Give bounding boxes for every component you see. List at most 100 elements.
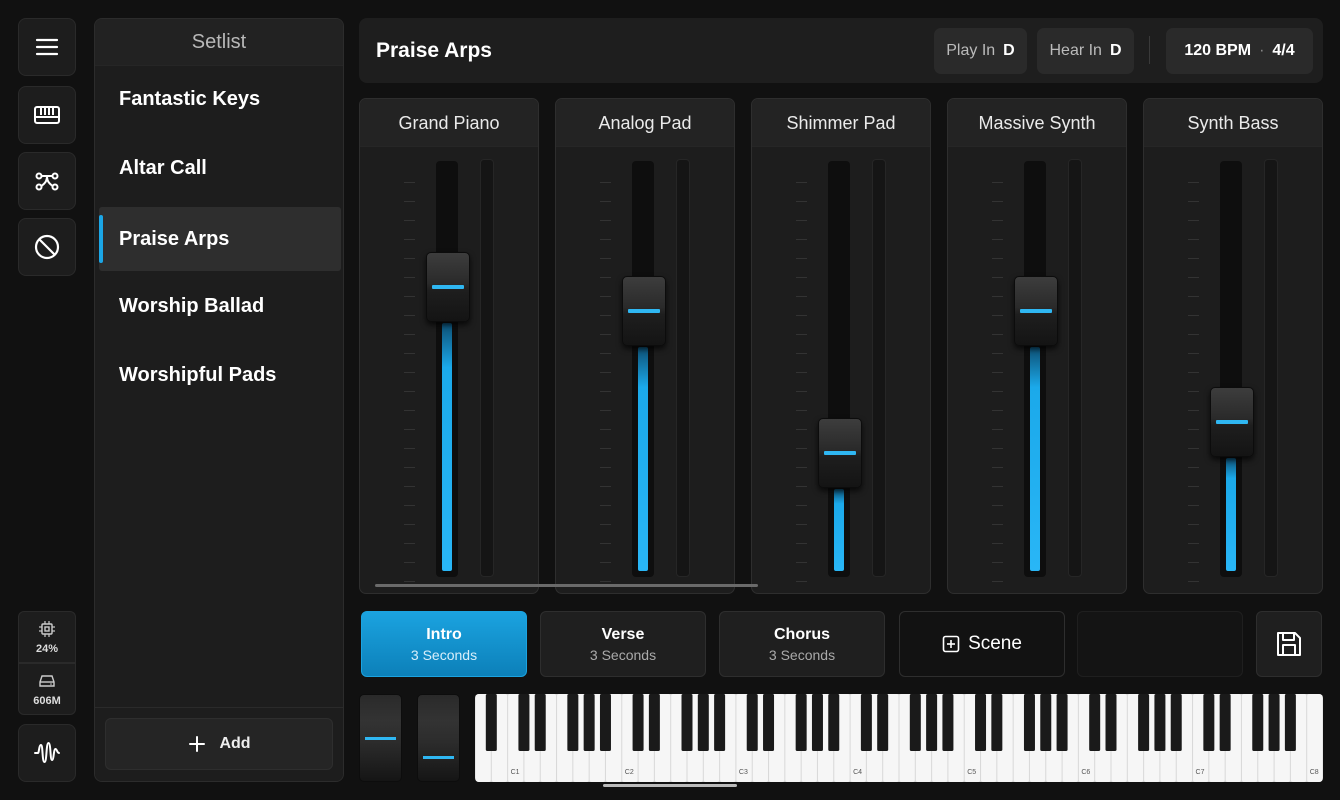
fader-tick xyxy=(796,372,807,373)
mod-wheel[interactable] xyxy=(417,694,460,782)
black-key[interactable] xyxy=(599,694,611,751)
fader-tick xyxy=(600,391,611,392)
black-key[interactable] xyxy=(1138,694,1150,751)
menu-button[interactable] xyxy=(18,18,76,76)
black-key[interactable] xyxy=(681,694,693,751)
piano-keyboard[interactable]: C1 C2 C3 C4 C5 C6 C7 C8 xyxy=(475,694,1323,782)
channel-name[interactable]: Grand Piano xyxy=(360,99,538,147)
song-title: Praise Arps xyxy=(376,39,492,62)
setlist-item[interactable]: Altar Call xyxy=(99,136,341,200)
black-key[interactable] xyxy=(1284,694,1296,751)
fader-handle[interactable] xyxy=(818,418,862,489)
setlist-item[interactable]: Fantastic Keys xyxy=(99,67,341,131)
fader-handle[interactable] xyxy=(426,252,470,323)
black-key[interactable] xyxy=(1154,694,1166,751)
fader-tick xyxy=(404,201,415,202)
setlist-item[interactable]: Worshipful Pads xyxy=(99,343,341,407)
fader-tick xyxy=(992,524,1003,525)
black-key[interactable] xyxy=(1252,694,1264,751)
black-key[interactable] xyxy=(1105,694,1117,751)
black-key[interactable] xyxy=(795,694,807,751)
black-key[interactable] xyxy=(975,694,987,751)
hear-in-key-button[interactable]: Hear In D xyxy=(1037,28,1134,74)
audio-settings-button[interactable] xyxy=(18,724,76,782)
black-key[interactable] xyxy=(534,694,546,751)
pitch-wheel[interactable] xyxy=(359,694,402,782)
empty-scene-slot[interactable] xyxy=(1077,611,1243,677)
add-song-button[interactable]: Add xyxy=(105,718,333,770)
fader-tick xyxy=(1188,334,1199,335)
black-key[interactable] xyxy=(1040,694,1052,751)
tempo-button[interactable]: 120 BPM · 4/4 xyxy=(1166,28,1313,74)
black-key[interactable] xyxy=(763,694,775,751)
fader-tick xyxy=(600,353,611,354)
black-key[interactable] xyxy=(828,694,840,751)
fader-handle[interactable] xyxy=(1210,387,1254,458)
add-song-label: Add xyxy=(219,735,251,752)
black-key[interactable] xyxy=(485,694,497,751)
black-key[interactable] xyxy=(567,694,579,751)
piano-keys[interactable]: C1 C2 C3 C4 C5 C6 C7 C8 xyxy=(475,694,1323,782)
black-key[interactable] xyxy=(1268,694,1280,751)
black-key[interactable] xyxy=(1056,694,1068,751)
channel-name[interactable]: Synth Bass xyxy=(1144,99,1322,147)
scene-button-chorus[interactable]: Chorus 3 Seconds xyxy=(719,611,885,677)
scene-button-verse[interactable]: Verse 3 Seconds xyxy=(540,611,706,677)
black-key[interactable] xyxy=(909,694,921,751)
fader-tick xyxy=(404,182,415,183)
scene-button-intro[interactable]: Intro 3 Seconds xyxy=(361,611,527,677)
fader-tick xyxy=(992,467,1003,468)
black-key[interactable] xyxy=(877,694,889,751)
black-key[interactable] xyxy=(714,694,726,751)
black-key[interactable] xyxy=(632,694,644,751)
waveform-icon xyxy=(34,741,60,764)
fader-tick xyxy=(600,220,611,221)
fader-tick xyxy=(404,220,415,221)
keyboard-view-button[interactable] xyxy=(18,86,76,144)
drive-icon xyxy=(39,675,55,687)
fader-tick xyxy=(1188,296,1199,297)
channel-name[interactable]: Massive Synth xyxy=(948,99,1126,147)
fader-tick xyxy=(1188,505,1199,506)
black-key[interactable] xyxy=(697,694,709,751)
panic-button[interactable] xyxy=(18,218,76,276)
cpu-icon xyxy=(39,621,55,637)
fader-tick xyxy=(600,524,611,525)
black-key[interactable] xyxy=(1219,694,1231,751)
black-key[interactable] xyxy=(518,694,530,751)
black-key[interactable] xyxy=(648,694,660,751)
black-key[interactable] xyxy=(1170,694,1182,751)
setlist-item[interactable]: Worship Ballad xyxy=(99,274,341,338)
black-key[interactable] xyxy=(942,694,954,751)
save-button[interactable] xyxy=(1256,611,1322,677)
channel-strip: Grand Piano xyxy=(359,98,539,594)
fader-tick xyxy=(404,277,415,278)
fader-level-fill xyxy=(1226,458,1236,571)
black-key[interactable] xyxy=(991,694,1003,751)
black-key[interactable] xyxy=(860,694,872,751)
black-key[interactable] xyxy=(1089,694,1101,751)
black-key[interactable] xyxy=(583,694,595,751)
black-key[interactable] xyxy=(1203,694,1215,751)
fader-handle[interactable] xyxy=(1014,275,1058,346)
channel-name[interactable]: Shimmer Pad xyxy=(752,99,930,147)
mixer-scrollbar[interactable] xyxy=(375,584,758,587)
add-scene-button[interactable]: Scene xyxy=(899,611,1065,677)
keyboard-scrollbar[interactable] xyxy=(603,784,737,787)
black-key[interactable] xyxy=(746,694,758,751)
routing-button[interactable] xyxy=(18,152,76,210)
fader-tick xyxy=(796,448,807,449)
play-in-key-button[interactable]: Play In D xyxy=(934,28,1027,74)
fader-handle[interactable] xyxy=(622,275,666,346)
channel-strip: Synth Bass xyxy=(1143,98,1323,594)
fader-tick xyxy=(1188,524,1199,525)
play-in-key: D xyxy=(1003,42,1015,59)
black-key[interactable] xyxy=(926,694,938,751)
fader-tick xyxy=(1188,239,1199,240)
black-key[interactable] xyxy=(811,694,823,751)
fader-tick xyxy=(796,581,807,582)
setlist-item-active[interactable]: Praise Arps xyxy=(99,207,341,271)
channel-name[interactable]: Analog Pad xyxy=(556,99,734,147)
black-key[interactable] xyxy=(1023,694,1035,751)
song-name: Worship Ballad xyxy=(119,294,265,317)
